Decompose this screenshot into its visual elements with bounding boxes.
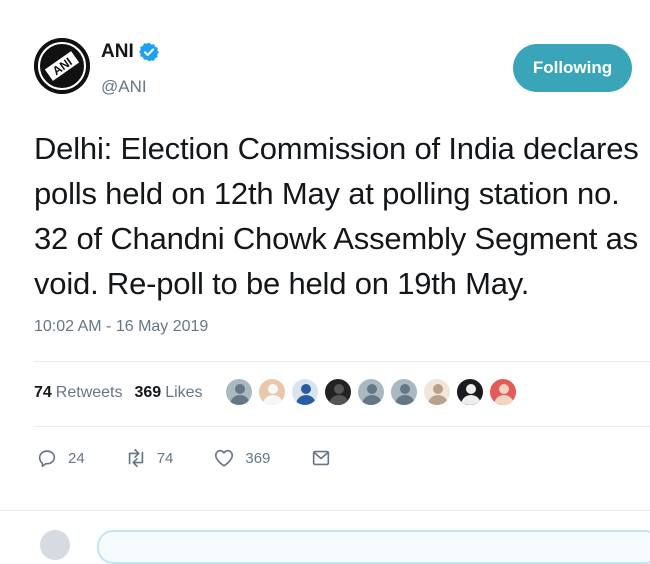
reply-action[interactable]: 24 (36, 447, 85, 469)
like-action[interactable]: 369 (213, 447, 270, 469)
user-avatar-icon[interactable] (455, 377, 485, 407)
user-avatar-icon[interactable] (323, 377, 353, 407)
tweet-text-line: void. Re-poll to be held on 19th May. (34, 266, 530, 301)
envelope-icon (313, 450, 330, 466)
author-avatar[interactable]: ANI (34, 38, 90, 94)
retweet-icon (128, 448, 143, 468)
divider (34, 361, 650, 362)
author-handle[interactable]: @ANI (101, 77, 147, 97)
divider (0, 510, 650, 511)
author-name-row[interactable]: ANI (101, 41, 159, 63)
retweet-action[interactable]: 74 (125, 447, 174, 469)
liker-avatars (224, 377, 521, 407)
current-user-avatar (40, 530, 70, 560)
user-avatar-icon[interactable] (488, 377, 518, 407)
tweet-text-line: Delhi: Election Commission of India decl… (34, 131, 639, 166)
retweets-label[interactable]: Retweets (56, 384, 123, 402)
reply-input[interactable] (97, 530, 650, 564)
ani-logo-icon: ANI (34, 38, 90, 94)
reply-icon (38, 450, 56, 468)
retweets-count[interactable]: 74 (34, 384, 52, 402)
retweet-count: 74 (156, 449, 174, 467)
tweet-card: ANI ANI @ANI Following Delhi: Election C… (0, 0, 650, 564)
direct-message-action[interactable] (310, 447, 342, 469)
author-display-name[interactable]: ANI (101, 41, 134, 63)
likes-label[interactable]: Likes (165, 384, 202, 402)
default-avatar-icon[interactable] (389, 377, 419, 407)
user-avatar-icon[interactable] (290, 377, 320, 407)
default-avatar-icon[interactable] (356, 377, 386, 407)
likes-count[interactable]: 369 (135, 384, 162, 402)
tweet-stats: 74 Retweets 369 Likes (34, 384, 215, 402)
divider (34, 426, 650, 427)
tweet-text-line: polls held on 12th May at polling statio… (34, 176, 620, 211)
user-avatar-icon[interactable] (422, 377, 452, 407)
tweet-timestamp[interactable]: 10:02 AM - 16 May 2019 (34, 318, 208, 336)
like-count: 369 (245, 449, 271, 467)
tweet-text-line: 32 of Chandni Chowk Assembly Segment as (34, 221, 638, 256)
heart-icon (215, 449, 234, 467)
tweet-actions: 24 74 369 (36, 447, 382, 469)
following-button[interactable]: Following (513, 44, 632, 92)
user-avatar-icon[interactable] (257, 377, 287, 407)
reply-count: 24 (68, 449, 85, 467)
tweet-text: Delhi: Election Commission of India decl… (34, 126, 646, 306)
default-avatar-icon[interactable] (224, 377, 254, 407)
verified-badge-icon (138, 42, 159, 62)
